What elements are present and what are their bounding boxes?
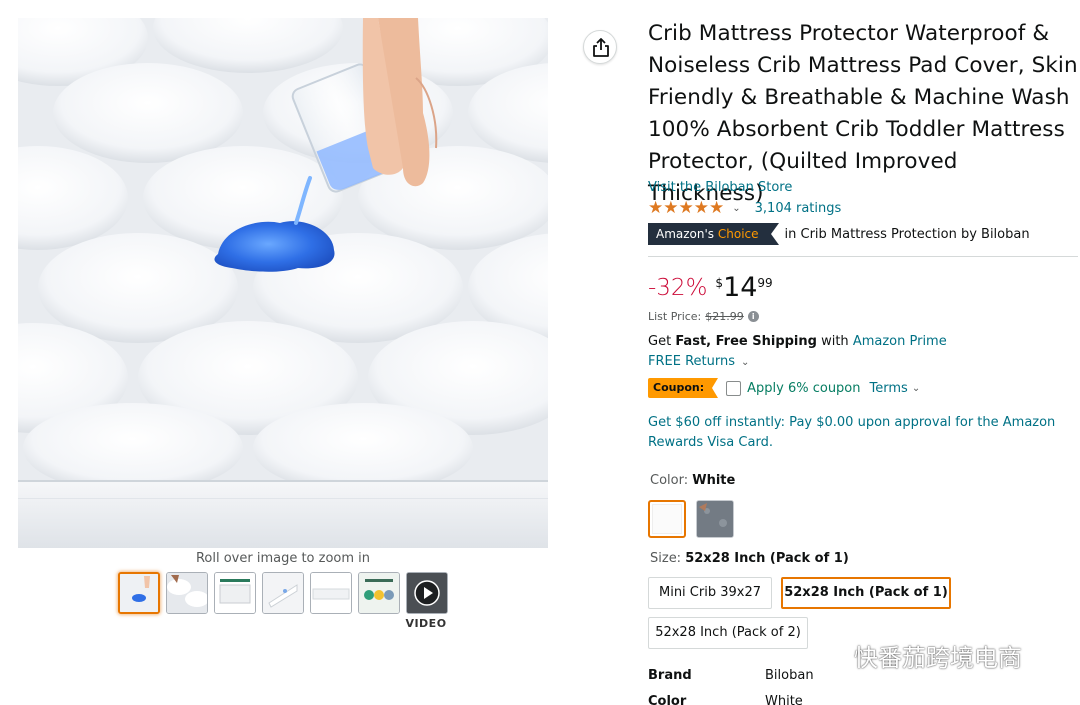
- amazons-choice-row: Amazon's Choice in Crib Mattress Protect…: [648, 223, 1030, 245]
- credit-card-offer-link[interactable]: Get $60 off instantly: Pay $0.00 upon ap…: [648, 413, 1068, 453]
- list-price-value: $21.99: [705, 310, 744, 323]
- list-price-label: List Price:: [648, 310, 702, 323]
- thumbnail-water-drop[interactable]: [262, 572, 304, 614]
- star-full-icon: ★: [693, 198, 709, 218]
- share-button[interactable]: [583, 30, 617, 64]
- price-currency: $: [715, 276, 724, 290]
- price-row: -32% $ 14 99: [648, 270, 773, 306]
- coupon-row: Coupon: Apply 6% coupon Terms ⌄: [648, 378, 920, 398]
- coupon-badge: Coupon:: [648, 378, 719, 398]
- thumbnail-feature-icons[interactable]: [358, 572, 400, 614]
- thumbnail-water-pour[interactable]: [118, 572, 160, 614]
- apply-coupon-label[interactable]: Apply 6% coupon: [747, 381, 860, 396]
- thumbnail-size-chart[interactable]: [214, 572, 256, 614]
- wechat-logo-icon: [809, 641, 846, 669]
- free-returns-link[interactable]: FREE Returns: [648, 354, 735, 369]
- swatch-gray-texture: [697, 501, 733, 537]
- size-label: Size: 52x28 Inch (Pack of 1): [650, 551, 849, 566]
- main-product-image[interactable]: [18, 18, 548, 548]
- coupon-terms-link[interactable]: Terms: [870, 381, 908, 396]
- color-selected: White: [692, 473, 736, 488]
- star-full-icon: ★: [648, 198, 664, 218]
- amazons-choice-badge[interactable]: Amazon's Choice: [648, 223, 779, 245]
- list-price-row: List Price: $21.99 i: [648, 310, 759, 323]
- choice-badge-word: Choice: [717, 227, 759, 241]
- size-option-52x28-pack-1[interactable]: 52x28 Inch (Pack of 1): [781, 577, 951, 609]
- returns-row[interactable]: FREE Returns ⌄: [648, 354, 749, 369]
- divider: [648, 256, 1078, 257]
- color-swatch-white[interactable]: [648, 500, 686, 538]
- detail-key: Color: [648, 693, 687, 705]
- shipping-middle: with: [816, 334, 853, 349]
- coupon-checkbox[interactable]: [726, 380, 742, 396]
- shipping-bold: Fast, Free Shipping: [675, 334, 817, 349]
- choice-badge-prefix: Amazon's: [656, 227, 715, 241]
- star-full-icon: ★: [709, 198, 725, 218]
- thumbnail-quilt-closeup[interactable]: [166, 572, 208, 614]
- detail-row-brand: Brand Biloban: [648, 662, 814, 688]
- amazon-prime-link[interactable]: Amazon Prime: [853, 334, 947, 349]
- info-icon[interactable]: i: [747, 311, 759, 322]
- star-rating[interactable]: ★ ★ ★ ★ ★: [648, 199, 724, 217]
- product-details-table: Brand Biloban Color White: [648, 662, 814, 705]
- watermark: 快番茄跨境电商: [808, 638, 1022, 673]
- price-fraction: 99: [757, 276, 773, 290]
- size-option-52x28-pack-2[interactable]: 52x28 Inch (Pack of 2): [648, 617, 808, 649]
- store-link[interactable]: Visit the Biloban Store: [648, 180, 792, 195]
- detail-value: Biloban: [765, 667, 814, 683]
- thumbnail-side-view[interactable]: [310, 572, 352, 614]
- shipping-prefix: Get: [648, 334, 676, 349]
- zoom-hint: Roll over image to zoom in: [195, 551, 371, 566]
- size-selected: 52x28 Inch (Pack of 1): [685, 551, 849, 566]
- size-label-text: Size:: [650, 551, 682, 566]
- watermark-text: 快番茄跨境电商: [854, 644, 1022, 672]
- mattress-water-pour-image: [18, 18, 548, 548]
- shipping-row: Get Fast, Free Shipping with Amazon Prim…: [648, 334, 947, 349]
- color-label: Color: White: [650, 473, 735, 488]
- detail-value: White: [765, 693, 803, 705]
- price-whole: 14: [723, 272, 758, 303]
- swatch-white-fill: [652, 504, 682, 534]
- share-icon: [593, 38, 609, 57]
- choice-category: in Crib Mattress Protection by Biloban: [784, 226, 1030, 242]
- thumbnail-video[interactable]: [406, 572, 448, 614]
- discount-percent: -32%: [648, 275, 708, 301]
- video-label: VIDEO: [405, 617, 447, 630]
- size-option-mini-crib[interactable]: Mini Crib 39x27: [648, 577, 772, 609]
- chevron-down-icon[interactable]: ⌄: [912, 383, 920, 394]
- ratings-count-link[interactable]: 3,104 ratings: [755, 201, 842, 216]
- star-full-icon: ★: [663, 198, 679, 218]
- chevron-down-icon[interactable]: ⌄: [741, 357, 749, 368]
- detail-key: Brand: [648, 667, 692, 683]
- detail-row-color: Color White: [648, 688, 814, 705]
- color-label-text: Color:: [650, 473, 689, 488]
- star-full-icon: ★: [678, 198, 694, 218]
- chevron-down-icon[interactable]: ⌄: [732, 203, 740, 214]
- rating-row: ★ ★ ★ ★ ★ ⌄ 3,104 ratings: [648, 198, 841, 218]
- color-swatch-gray[interactable]: [696, 500, 734, 538]
